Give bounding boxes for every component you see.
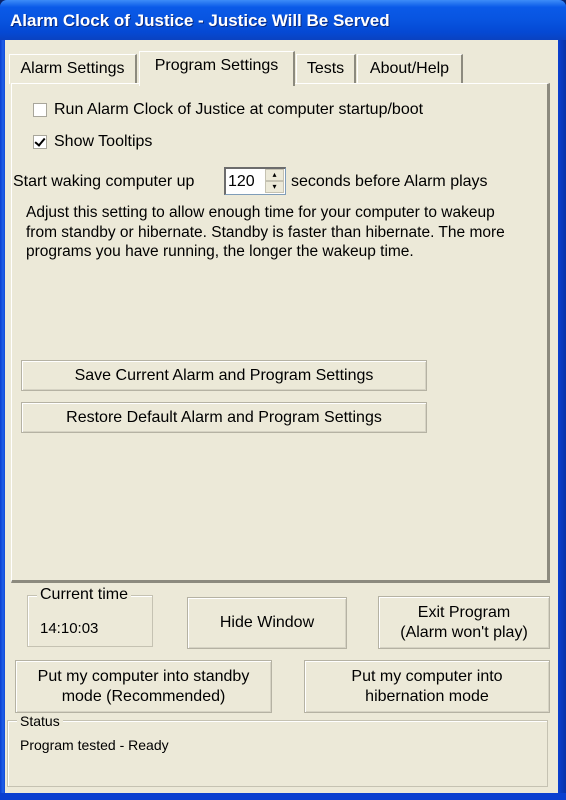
tab-tests[interactable]: Tests <box>296 54 356 84</box>
spin-down-button[interactable]: ▾ <box>265 181 284 193</box>
button-label-line1: Put my computer into standby <box>37 667 250 685</box>
wake-seconds-stepper[interactable]: ▴ ▾ <box>224 167 286 195</box>
chevron-down-icon: ▾ <box>272 182 277 191</box>
checkbox-box[interactable] <box>33 103 47 117</box>
button-label-line2: mode (Recommended) <box>61 687 226 705</box>
current-time-group: Current time 14:10:03 <box>27 586 153 647</box>
button-label: Restore Default Alarm and Program Settin… <box>66 408 382 426</box>
app-window: Alarm Clock of Justice - Justice Will Be… <box>0 0 566 800</box>
wake-suffix-label: seconds before Alarm plays <box>291 173 488 190</box>
save-settings-button[interactable]: Save Current Alarm and Program Settings <box>21 360 427 391</box>
title-bar[interactable]: Alarm Clock of Justice - Justice Will Be… <box>0 0 566 40</box>
tab-alarm-settings[interactable]: Alarm Settings <box>9 54 137 84</box>
tab-label: Alarm Settings <box>20 60 125 77</box>
button-label: Save Current Alarm and Program Settings <box>74 366 374 384</box>
button-label-line1: Exit Program <box>417 603 511 621</box>
window-frame-bottom <box>0 793 566 800</box>
button-label-line2: (Alarm won't play) <box>400 623 528 641</box>
status-text: Program tested - Ready <box>20 737 169 753</box>
tab-program-settings[interactable]: Program Settings <box>139 51 295 86</box>
run-at-startup-checkbox[interactable]: Run Alarm Clock of Justice at computer s… <box>33 101 423 119</box>
window-title: Alarm Clock of Justice - Justice Will Be… <box>10 11 390 30</box>
tab-about-help[interactable]: About/Help <box>357 54 463 84</box>
current-time-value: 14:10:03 <box>40 620 99 637</box>
tab-label: Program Settings <box>154 57 279 74</box>
chevron-up-icon: ▴ <box>272 170 277 179</box>
restore-defaults-button[interactable]: Restore Default Alarm and Program Settin… <box>21 402 427 433</box>
spin-up-button[interactable]: ▴ <box>265 169 284 181</box>
wake-prefix-label: Start waking computer up <box>13 173 195 190</box>
wake-seconds-input[interactable] <box>228 172 264 192</box>
button-label-line1: Put my computer into <box>351 667 503 685</box>
tab-label: Tests <box>306 60 345 77</box>
checkbox-box[interactable] <box>33 135 47 149</box>
tab-label: About/Help <box>369 60 450 77</box>
status-group: Status Program tested - Ready <box>7 713 548 787</box>
hibernate-button[interactable]: Put my computer into hibernation mode <box>304 660 550 713</box>
checkbox-label: Show Tooltips <box>54 133 153 150</box>
current-time-label: Current time <box>37 586 132 604</box>
show-tooltips-checkbox[interactable]: Show Tooltips <box>33 133 152 151</box>
client-area: Alarm Settings Program Settings Tests Ab… <box>5 40 558 793</box>
hide-window-button[interactable]: Hide Window <box>187 597 347 649</box>
button-label-line2: hibernation mode <box>365 687 489 705</box>
status-label: Status <box>17 713 63 729</box>
standby-button[interactable]: Put my computer into standby mode (Recom… <box>15 660 272 713</box>
button-label: Hide Window <box>219 614 315 631</box>
checkbox-label: Run Alarm Clock of Justice at computer s… <box>54 101 424 118</box>
exit-program-button[interactable]: Exit Program (Alarm won't play) <box>378 596 550 649</box>
window-frame-right <box>558 40 566 800</box>
program-settings-panel: Run Alarm Clock of Justice at computer s… <box>11 83 550 583</box>
wake-description: Adjust this setting to allow enough time… <box>26 204 505 260</box>
